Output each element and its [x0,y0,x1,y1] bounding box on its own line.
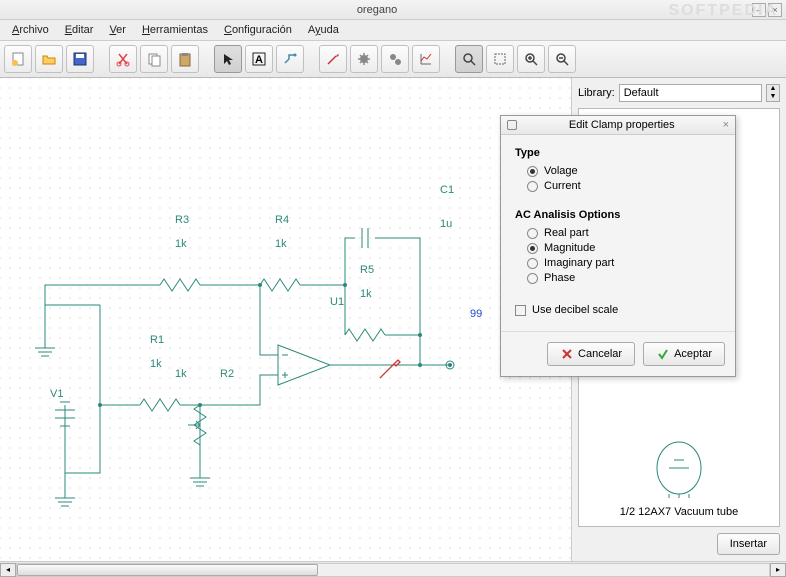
menu-herramientas[interactable]: Herramientas [136,22,214,38]
dialog-close-icon[interactable]: × [723,119,729,131]
schematic [0,78,571,561]
r2-val: 1k [175,368,187,380]
c1-name: C1 [440,184,454,196]
probe-tool[interactable] [319,45,347,73]
r5-name: R5 [360,264,374,276]
library-label: Library: [578,87,615,99]
radio-real[interactable]: Real part [527,227,721,239]
menu-editar[interactable]: Editar [59,22,100,38]
cut-button[interactable] [109,45,137,73]
r5-val: 1k [360,288,372,300]
radio-voltage[interactable]: Volage [527,165,721,177]
plot-button[interactable] [412,45,440,73]
dialog-title: Edit Clamp properties [521,119,723,131]
zoomin-button[interactable] [517,45,545,73]
canvas-area[interactable]: C1 1u R3 1k R4 1k R5 1k U1 R1 1k R2 1k V… [0,78,572,561]
decibel-check[interactable]: Use decibel scale [515,304,721,316]
tube-icon [649,438,709,498]
window-title: oregano [4,4,750,16]
menu-configuracion[interactable]: Configuración [218,22,298,38]
radio-icon [527,243,538,254]
radio-icon [527,166,538,177]
zoomout-button[interactable] [548,45,576,73]
clamp-dialog: Edit Clamp properties × Type Volage Curr… [500,115,736,377]
radio-icon [527,273,538,284]
radio-icon [527,258,538,269]
c1-val: 1u [440,218,452,230]
dialog-titlebar[interactable]: Edit Clamp properties × [501,116,735,135]
accept-icon [656,347,670,361]
paste-button[interactable] [171,45,199,73]
sim-button[interactable] [350,45,378,73]
open-button[interactable] [35,45,63,73]
params-button[interactable] [381,45,409,73]
radio-magnitude[interactable]: Magnitude [527,242,721,254]
r4-name: R4 [275,214,289,226]
r4-val: 1k [275,238,287,250]
titlebar: oregano SOFTPEDIA – × [0,0,786,20]
r3-val: 1k [175,238,187,250]
scroll-left-button[interactable]: ◂ [0,563,16,577]
menu-archivo[interactable]: Archivo [6,22,55,38]
accept-button[interactable]: Aceptar [643,342,725,366]
scroll-right-button[interactable]: ▸ [770,563,786,577]
ac-group-label: AC Analisis Options [515,209,721,221]
arrow-tool[interactable] [214,45,242,73]
text-tool[interactable]: A [245,45,273,73]
node-label: 99 [470,308,482,320]
r1-val: 1k [150,358,162,370]
preview-label: 1/2 12AX7 Vacuum tube [620,506,738,518]
svg-text:A: A [255,54,263,66]
h-scrollbar[interactable]: ◂ ▸ [0,561,786,577]
radio-icon [527,181,538,192]
cancel-icon [560,347,574,361]
zoom-button[interactable] [455,45,483,73]
wire-tool[interactable] [276,45,304,73]
r3-name: R3 [175,214,189,226]
insert-button[interactable]: Insertar [717,533,780,555]
radio-icon [527,228,538,239]
menu-ver[interactable]: Ver [103,22,132,38]
menu-ayuda[interactable]: Ayuda [302,22,345,38]
watermark: SOFTPEDIA [668,2,778,20]
type-group-label: Type [515,147,721,159]
menubar: Archivo Editar Ver Herramientas Configur… [0,20,786,41]
u1-name: U1 [330,296,344,308]
library-spin[interactable]: ▲▼ [766,84,780,102]
radio-imaginary[interactable]: Imaginary part [527,257,721,269]
scroll-thumb[interactable] [17,564,318,576]
r1-name: R1 [150,334,164,346]
cancel-button[interactable]: Cancelar [547,342,635,366]
radio-phase[interactable]: Phase [527,272,721,284]
dialog-icon [507,120,517,130]
library-select[interactable]: Default [619,84,762,102]
r2-name: R2 [220,368,234,380]
copy-button[interactable] [140,45,168,73]
region-button[interactable] [486,45,514,73]
radio-current[interactable]: Current [527,180,721,192]
checkbox-icon [515,305,526,316]
toolbar: A [0,41,786,78]
v1-name: V1 [50,388,63,400]
new-button[interactable] [4,45,32,73]
save-button[interactable] [66,45,94,73]
